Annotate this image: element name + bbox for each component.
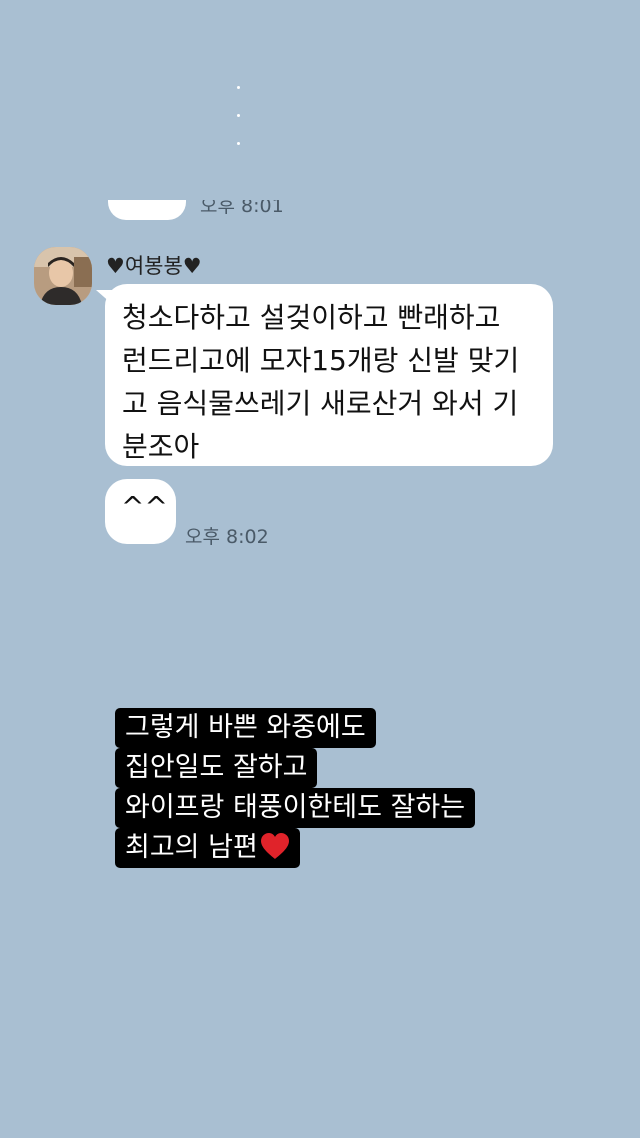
dot [237,114,240,117]
scroll-indicator-dots [237,86,243,170]
red-heart-icon [260,832,289,859]
dot [237,142,240,145]
message-line: 청소다하고 설겆이하고 빤래하고 [122,301,501,334]
sender-name: ♥여봉봉♥ [106,254,202,278]
previous-message-strip: 오후 8:01 [96,200,296,222]
story-caption: 그렇게 바쁜 와중에도 집안일도 잘하고 와이프랑 태풍이한테도 잘하는 최고의… [115,708,535,868]
caption-text: 집안일도 잘하고 [125,752,308,783]
message-time: 오후 8:02 [185,526,269,548]
caption-line: 최고의 남편 [115,828,300,868]
caption-text: 그렇게 바쁜 와중에도 [125,712,366,743]
caption-line: 와이프랑 태풍이한테도 잘하는 [115,788,476,828]
message-line: 런드리고에 모자15개랑 신발 맞기 [122,344,520,377]
caption-text: 최고의 남편 [125,832,258,863]
avatar-photo [34,247,92,305]
caption-line: 집안일도 잘하고 [115,748,318,788]
avatar[interactable] [34,247,92,305]
dot [237,86,240,89]
message-line: 고 음식물쓰레기 새로산거 와서 기 [122,387,519,420]
caption-text: 와이프랑 태풍이한테도 잘하는 [125,792,466,823]
message-line: 분조아 [122,430,200,463]
previous-message-bubble[interactable] [108,200,186,220]
message-text: ^^ [121,490,168,523]
message-text: 청소다하고 설겆이하고 빤래하고 런드리고에 모자15개랑 신발 맞기 고 음식… [122,296,542,468]
caption-line: 그렇게 바쁜 와중에도 [115,708,376,748]
previous-message-time: 오후 8:01 [200,200,284,217]
